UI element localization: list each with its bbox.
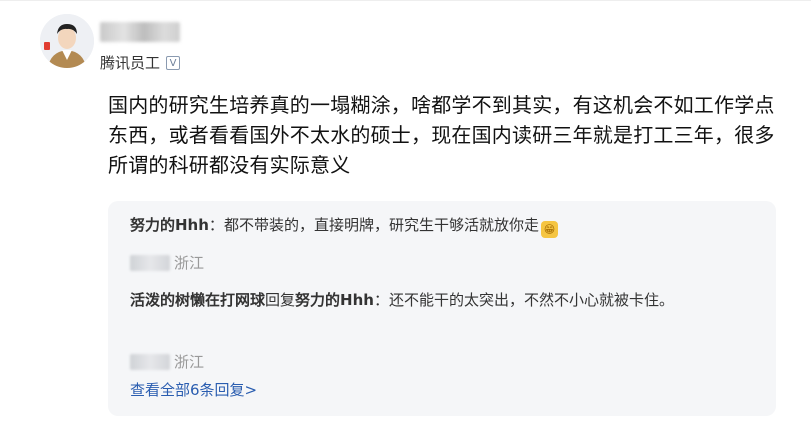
reply-separator: ： — [373, 291, 389, 309]
staff-badge-row: 腾讯员工 V — [100, 52, 181, 73]
reply-location: 浙江 — [174, 353, 205, 371]
staff-label: 腾讯员工 — [100, 54, 161, 72]
reply-author[interactable]: 活泼的树懒在打网球 — [130, 291, 265, 309]
avatar[interactable] — [40, 14, 94, 68]
reply-location: 浙江 — [174, 254, 205, 272]
reply-meta-2: 浙江 — [130, 351, 204, 372]
reply-content: 都不带装的，直接明牌，研究生干够活就放你走 — [223, 216, 539, 234]
reply-meta-1: 浙江 — [130, 252, 204, 273]
avatar-illustration — [40, 14, 94, 68]
time-blurred — [130, 254, 170, 271]
verified-icon: V — [166, 55, 181, 70]
reply-content: 还不能干的太突出，不然不小心就被卡住。 — [388, 291, 674, 309]
reply-to-author[interactable]: 努力的Hhh — [295, 291, 374, 309]
view-all-replies-link[interactable]: 查看全部6条回复> — [130, 379, 257, 400]
reply-item-1: 努力的Hhh：都不带装的，直接明牌，研究生干够活就放你走 😁 — [130, 213, 750, 238]
time-blurred — [130, 353, 170, 370]
reply-word: 回复 — [265, 291, 296, 309]
replies-box: 努力的Hhh：都不带装的，直接明牌，研究生干够活就放你走 😁 浙江 活泼的树懒在打… — [108, 201, 776, 416]
reply-author[interactable]: 努力的Hhh — [130, 216, 209, 234]
post-text: 国内的研究生培养真的一塌糊涂，啥都学不到其实，有这机会不如工作学点东西，或者看看… — [108, 93, 775, 177]
reply-item-2: 活泼的树懒在打网球回复努力的Hhh：还不能干的太突出，不然不小心就被卡住。 — [130, 288, 750, 313]
grin-emoji-icon: 😁 — [540, 221, 558, 238]
username-blurred — [100, 22, 180, 42]
top-divider — [0, 0, 811, 1]
reply-separator: ： — [208, 216, 224, 234]
